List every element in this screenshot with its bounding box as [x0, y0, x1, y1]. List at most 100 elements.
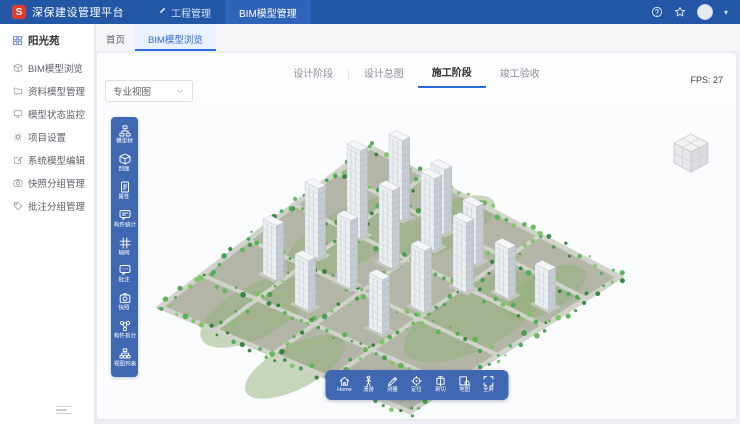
axis-grid-icon: [119, 237, 131, 249]
tool-annotation[interactable]: 批注: [111, 261, 138, 289]
main-panel: 设计阶段|设计总图施工阶段竣工验收 FPS: 27 专业视图 模型树剖面属性构件…: [97, 53, 736, 419]
sidebar-item-label: 项目设置: [28, 130, 66, 144]
menu-item-label: BIM模型管理: [239, 5, 297, 20]
sidebar-item[interactable]: 批注分组管理: [0, 194, 94, 217]
edit-icon: [13, 155, 23, 165]
gear-icon: [13, 132, 23, 142]
view-cube[interactable]: [668, 130, 714, 176]
measure-icon: [387, 375, 399, 387]
menu-item-bim-model[interactable]: BIM模型管理: [225, 0, 311, 24]
monitor-icon: [13, 109, 23, 119]
sidebar-collapse-icon[interactable]: [56, 404, 72, 417]
tool-axis-grid[interactable]: 轴网: [111, 234, 138, 262]
nav-tool-label: 定位: [411, 387, 422, 393]
star-icon[interactable]: [674, 6, 686, 18]
tab-home[interactable]: 首页: [96, 24, 135, 51]
walk-icon: [363, 375, 375, 387]
apps-grid-icon: [12, 35, 23, 46]
tool-label: 视图列表: [113, 361, 135, 367]
tool-label: 模型树: [116, 138, 133, 144]
component-stats-icon: [119, 209, 131, 221]
locate-icon: [411, 375, 423, 387]
avatar[interactable]: [697, 4, 713, 20]
top-right-icons: ▾: [674, 4, 728, 20]
nav-tool-minimap[interactable]: 地图: [454, 375, 475, 397]
tool-view-list[interactable]: 视图列表: [111, 345, 138, 373]
clip-icon: [435, 375, 447, 387]
sidebar-item[interactable]: 模型状态监控: [0, 102, 94, 125]
properties-icon: [119, 181, 131, 193]
top-bar: S 深保建设管理平台 工程管理 BIM模型管理 ▾: [0, 0, 740, 24]
nav-tool-fullscreen[interactable]: 全屏: [478, 375, 499, 397]
tool-model-tree[interactable]: 模型树: [111, 122, 138, 150]
sidebar-item[interactable]: BIM模型浏览: [0, 56, 94, 79]
breadcrumb-tab-bar: 首页 BIM模型浏览: [96, 24, 740, 51]
nav-tool-walk[interactable]: 漫游: [358, 375, 379, 397]
sidebar-item-label: 快照分组管理: [28, 176, 85, 190]
model-tools-toolbar: 模型树剖面属性构件统计轴网批注快照构件拆分视图列表: [111, 117, 138, 377]
tool-label: 快照: [119, 305, 130, 311]
fps-counter: FPS: 27: [690, 75, 723, 85]
camera-icon: [13, 178, 23, 188]
nav-tool-measure[interactable]: 测量: [382, 375, 403, 397]
sidebar-item-label: 批注分组管理: [28, 199, 85, 213]
minimap-icon: [459, 375, 471, 387]
nav-tool-label: 全屏: [483, 387, 494, 393]
sidebar-item[interactable]: 项目设置: [0, 125, 94, 148]
cube-icon: [13, 63, 23, 73]
tool-label: 属性: [119, 194, 130, 200]
sidebar-item-label: 系统模型编辑: [28, 153, 85, 167]
sidebar-item-label: BIM模型浏览: [28, 61, 83, 75]
menu-item-project[interactable]: 工程管理: [144, 0, 225, 24]
tool-label: 轴网: [119, 250, 130, 256]
tab-bim-model-browse[interactable]: BIM模型浏览: [135, 24, 216, 51]
view-list-icon: [119, 348, 131, 360]
folder-icon: [13, 86, 23, 96]
chevron-down-icon: [175, 86, 185, 96]
nav-tool-label: 漫游: [363, 387, 374, 393]
nav-tool-label: 剖切: [435, 387, 446, 393]
top-menu: 工程管理 BIM模型管理: [144, 0, 311, 24]
sidebar-item-label: 资料模型管理: [28, 84, 85, 98]
component-split-icon: [119, 320, 131, 332]
annotation-icon: [119, 264, 131, 276]
sidebar-item[interactable]: 资料模型管理: [0, 79, 94, 102]
snapshot-icon: [119, 292, 131, 304]
tool-label: 剖面: [119, 166, 130, 172]
menu-item-label: 工程管理: [171, 5, 211, 20]
tool-snapshot[interactable]: 快照: [111, 289, 138, 317]
chevron-down-icon[interactable]: ▾: [724, 8, 728, 17]
nav-tool-home[interactable]: Home: [334, 375, 355, 397]
tool-component-split[interactable]: 构件拆分: [111, 317, 138, 345]
stage-tab[interactable]: 施工阶段: [418, 60, 486, 88]
tool-label: 批注: [119, 277, 130, 283]
tag-icon: [13, 201, 23, 211]
nav-tool-label: 地图: [459, 387, 470, 393]
view-mode-value: 专业视图: [113, 84, 151, 98]
help-icon[interactable]: [651, 6, 663, 18]
sidebar-item[interactable]: 系统模型编辑: [0, 148, 94, 171]
sidebar: 阳光苑 BIM模型浏览资料模型管理模型状态监控项目设置系统模型编辑快照分组管理批…: [0, 24, 95, 424]
section-box-icon: [119, 153, 131, 165]
app-logo: S: [12, 5, 26, 19]
sidebar-item[interactable]: 快照分组管理: [0, 171, 94, 194]
stage-tab[interactable]: 竣工验收: [486, 61, 554, 87]
fullscreen-icon: [483, 375, 495, 387]
nav-tool-label: 测量: [387, 387, 398, 393]
navigation-toolbar: Home 漫游 测量 定位 剖切 地图 全屏: [325, 370, 508, 400]
stage-tab[interactable]: 设计阶段: [279, 61, 347, 87]
tool-section-box[interactable]: 剖面: [111, 150, 138, 178]
tool-label: 构件统计: [113, 222, 135, 228]
tool-properties[interactable]: 属性: [111, 178, 138, 206]
pen-icon: [158, 6, 167, 18]
stage-tab[interactable]: 设计总图: [350, 61, 418, 87]
project-header[interactable]: 阳光苑: [0, 24, 94, 56]
tool-component-stats[interactable]: 构件统计: [111, 206, 138, 234]
app-title: 深保建设管理平台: [32, 4, 124, 20]
nav-tool-locate[interactable]: 定位: [406, 375, 427, 397]
nav-tool-clip[interactable]: 剖切: [430, 375, 451, 397]
view-mode-select[interactable]: 专业视图: [105, 80, 193, 102]
tool-label: 构件拆分: [113, 333, 135, 339]
nav-tool-label: Home: [337, 387, 351, 393]
model-tree-icon: [119, 125, 131, 137]
